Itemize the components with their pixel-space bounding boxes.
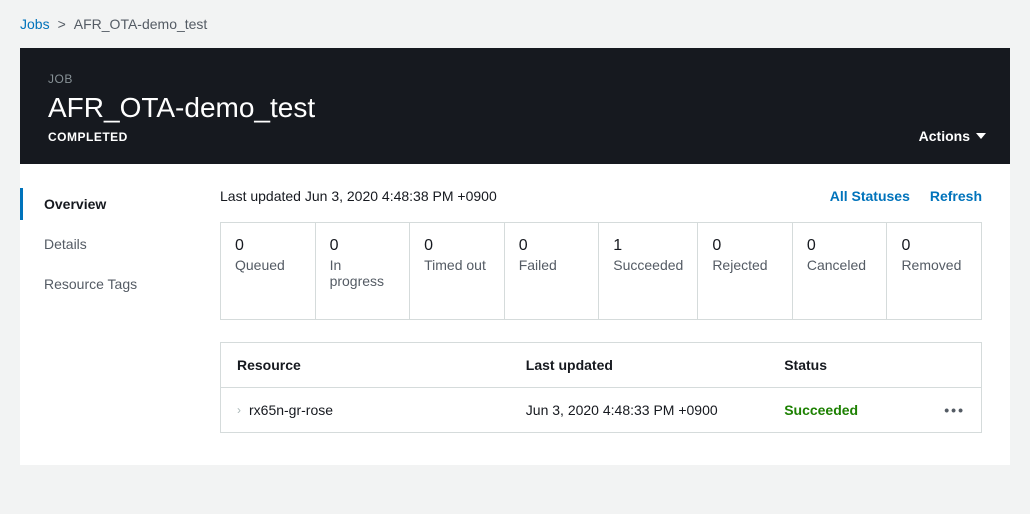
stat-canceled[interactable]: 0 Canceled	[793, 223, 888, 319]
breadcrumb-current: AFR_OTA-demo_test	[74, 16, 208, 32]
stat-queued[interactable]: 0 Queued	[221, 223, 316, 319]
stat-value: 0	[712, 237, 778, 255]
page-title: AFR_OTA-demo_test	[48, 92, 982, 124]
job-header-panel: JOB AFR_OTA-demo_test COMPLETED Actions	[20, 48, 1010, 164]
sidebar-item-resource-tags[interactable]: Resource Tags	[20, 268, 200, 300]
td-last-updated: Jun 3, 2020 4:48:33 PM +0900	[510, 388, 768, 432]
refresh-link[interactable]: Refresh	[930, 188, 982, 204]
td-status: Succeeded	[768, 388, 920, 432]
td-resource[interactable]: › rx65n-gr-rose	[221, 388, 510, 432]
last-updated-text: Last updated Jun 3, 2020 4:48:38 PM +090…	[220, 188, 497, 204]
stat-value: 1	[613, 237, 683, 255]
stat-label: Queued	[235, 257, 301, 273]
table-header: Resource Last updated Status	[221, 343, 981, 388]
th-resource: Resource	[221, 343, 510, 387]
header-eyebrow: JOB	[48, 72, 982, 86]
stat-removed[interactable]: 0 Removed	[887, 223, 981, 319]
stat-label: Timed out	[424, 257, 490, 273]
stat-value: 0	[424, 237, 490, 255]
stat-timed-out[interactable]: 0 Timed out	[410, 223, 505, 319]
actions-label: Actions	[919, 128, 970, 144]
th-status: Status	[768, 343, 920, 387]
stat-succeeded[interactable]: 1 Succeeded	[599, 223, 698, 319]
sidebar: Overview Details Resource Tags	[20, 164, 200, 465]
stats-row: 0 Queued 0 In progress 0 Timed out 0 Fai…	[220, 222, 982, 320]
sidebar-item-details[interactable]: Details	[20, 228, 200, 260]
th-last-updated: Last updated	[510, 343, 768, 387]
stat-label: Canceled	[807, 257, 873, 273]
resource-table: Resource Last updated Status › rx65n-gr-…	[220, 342, 982, 433]
breadcrumb-root[interactable]: Jobs	[20, 16, 50, 32]
sidebar-item-overview[interactable]: Overview	[20, 188, 200, 220]
all-statuses-link[interactable]: All Statuses	[830, 188, 910, 204]
th-actions	[920, 351, 981, 379]
overview-header-links: All Statuses Refresh	[830, 188, 982, 204]
stat-rejected[interactable]: 0 Rejected	[698, 223, 793, 319]
resource-name: rx65n-gr-rose	[249, 402, 333, 418]
td-actions: •••	[920, 388, 981, 432]
table-row: › rx65n-gr-rose Jun 3, 2020 4:48:33 PM +…	[221, 388, 981, 432]
stat-label: Succeeded	[613, 257, 683, 273]
breadcrumb: Jobs > AFR_OTA-demo_test	[20, 16, 1010, 32]
stat-label: Failed	[519, 257, 585, 273]
actions-dropdown-button[interactable]: Actions	[919, 128, 986, 144]
chevron-down-icon	[976, 131, 986, 141]
breadcrumb-separator: >	[58, 16, 66, 32]
stat-value: 0	[807, 237, 873, 255]
stat-value: 0	[901, 237, 967, 255]
stat-value: 0	[519, 237, 585, 255]
stat-failed[interactable]: 0 Failed	[505, 223, 600, 319]
stat-value: 0	[235, 237, 301, 255]
job-status-label: COMPLETED	[48, 130, 982, 144]
more-actions-icon[interactable]: •••	[944, 402, 965, 418]
chevron-right-icon[interactable]: ›	[237, 403, 241, 417]
overview-header: Last updated Jun 3, 2020 4:48:38 PM +090…	[220, 188, 982, 204]
content-area: Overview Details Resource Tags Last upda…	[20, 164, 1010, 465]
stat-label: In progress	[330, 257, 396, 289]
stat-label: Removed	[901, 257, 967, 273]
stat-label: Rejected	[712, 257, 778, 273]
stat-value: 0	[330, 237, 396, 255]
stat-in-progress[interactable]: 0 In progress	[316, 223, 411, 319]
main-panel: Last updated Jun 3, 2020 4:48:38 PM +090…	[200, 164, 1010, 465]
